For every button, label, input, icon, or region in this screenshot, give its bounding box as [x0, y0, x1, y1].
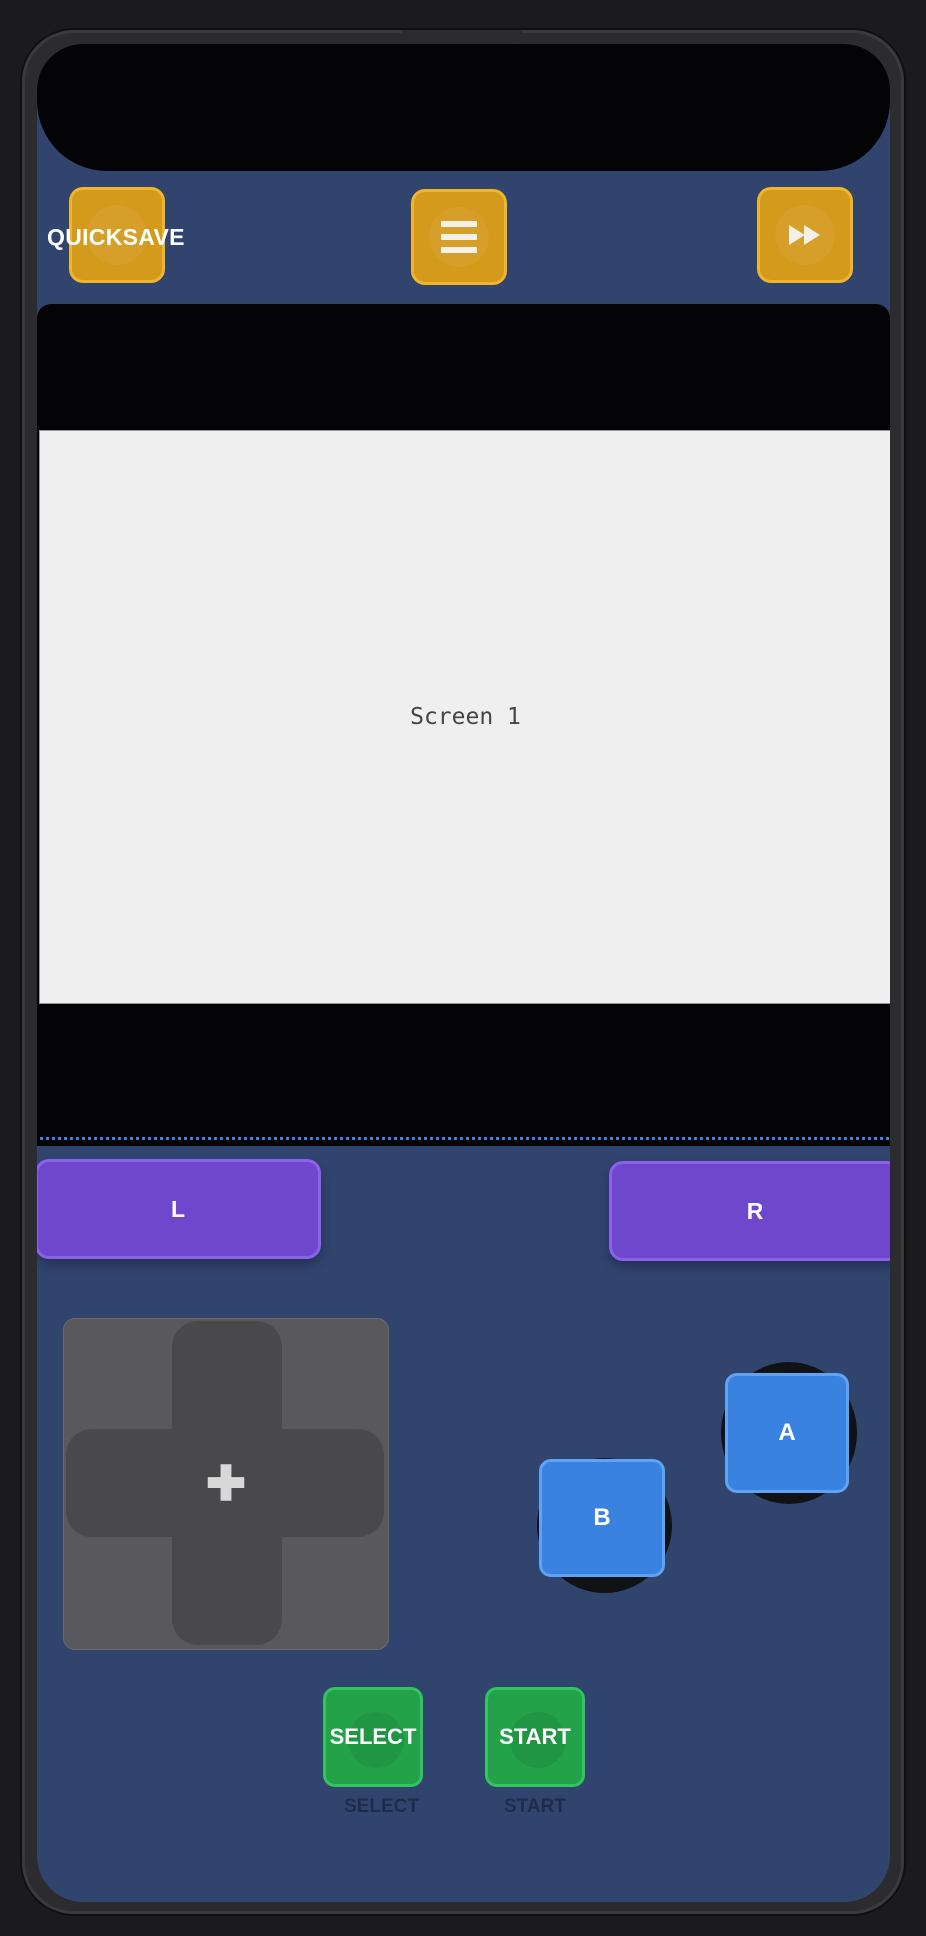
- start-caption: START: [504, 1796, 566, 1817]
- emulator-skin: QUICKSAVE Screen 1 L R ✚ B A SELECT STAR…: [37, 44, 890, 1902]
- select-caption: SELECT: [344, 1796, 419, 1817]
- fast-forward-button[interactable]: [757, 187, 853, 283]
- select-button-label: SELECT: [329, 1724, 417, 1749]
- l-button[interactable]: L: [37, 1159, 321, 1259]
- start-button[interactable]: START: [485, 1687, 585, 1787]
- select-button[interactable]: SELECT: [323, 1687, 423, 1787]
- dpad[interactable]: ✚: [63, 1318, 389, 1650]
- game-screen-1[interactable]: Screen 1: [39, 430, 890, 1004]
- hamburger-menu-icon: [441, 221, 477, 253]
- screen-divider: [37, 1137, 890, 1140]
- screen1-label: Screen 1: [410, 704, 521, 730]
- device-notch: [402, 30, 522, 42]
- quicksave-label: QUICKSAVE: [47, 224, 185, 250]
- b-button[interactable]: B: [539, 1459, 665, 1577]
- r-button[interactable]: R: [609, 1161, 890, 1261]
- fast-forward-icon: [789, 225, 820, 245]
- a-button[interactable]: A: [725, 1373, 849, 1493]
- menu-button[interactable]: [411, 189, 507, 285]
- start-button-label: START: [499, 1724, 571, 1749]
- plus-icon: ✚: [205, 1458, 247, 1511]
- top-bezel: [37, 44, 890, 171]
